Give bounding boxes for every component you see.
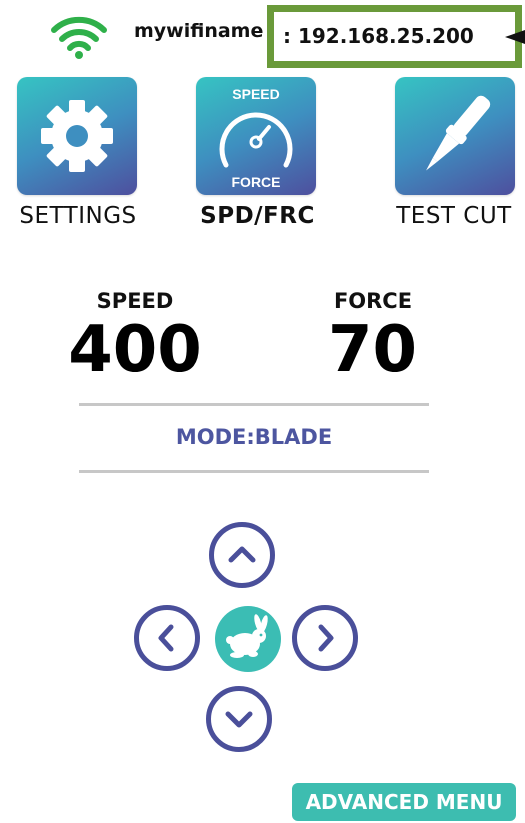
- force-caption: FORCE: [232, 174, 281, 190]
- move-right-button[interactable]: [292, 605, 358, 671]
- force-value: 70: [327, 313, 418, 387]
- chevron-down-icon: [225, 711, 253, 728]
- home-speed-button[interactable]: [215, 606, 281, 672]
- wifi-network-name: mywifiname: [134, 20, 264, 42]
- speedometer-icon: SPEED FORCE: [219, 86, 293, 190]
- ip-address-highlight: : 192.168.25.200: [267, 5, 522, 68]
- move-down-button[interactable]: [206, 686, 272, 752]
- chevron-up-icon: [228, 546, 256, 563]
- speed-force-label: SPD/FRC: [200, 203, 315, 229]
- gear-icon: [41, 100, 113, 172]
- advanced-menu-button[interactable]: ADVANCED MENU: [292, 783, 516, 821]
- speed-value: 400: [68, 313, 202, 387]
- test-cut-button[interactable]: [395, 77, 515, 195]
- chevron-left-icon: [158, 624, 174, 652]
- settings-label: SETTINGS: [19, 203, 137, 229]
- mode-indicator: MODE:BLADE: [175, 425, 333, 449]
- chevron-right-icon: [318, 624, 334, 652]
- move-up-button[interactable]: [209, 522, 275, 588]
- divider: [79, 470, 429, 473]
- settings-button[interactable]: [17, 77, 137, 195]
- rabbit-icon: [226, 614, 268, 658]
- speed-caption: SPEED: [232, 86, 279, 102]
- divider: [79, 403, 429, 406]
- pointer-arrow-icon: [505, 27, 525, 47]
- speed-force-button[interactable]: SPEED FORCE: [196, 77, 316, 195]
- test-cut-label: TEST CUT: [396, 203, 512, 229]
- blade-pen-icon: [426, 95, 491, 171]
- force-label: FORCE: [333, 289, 413, 313]
- ip-address: : 192.168.25.200: [283, 24, 474, 48]
- speed-label: SPEED: [96, 289, 174, 313]
- wifi-icon: [50, 14, 108, 60]
- move-left-button[interactable]: [134, 605, 200, 671]
